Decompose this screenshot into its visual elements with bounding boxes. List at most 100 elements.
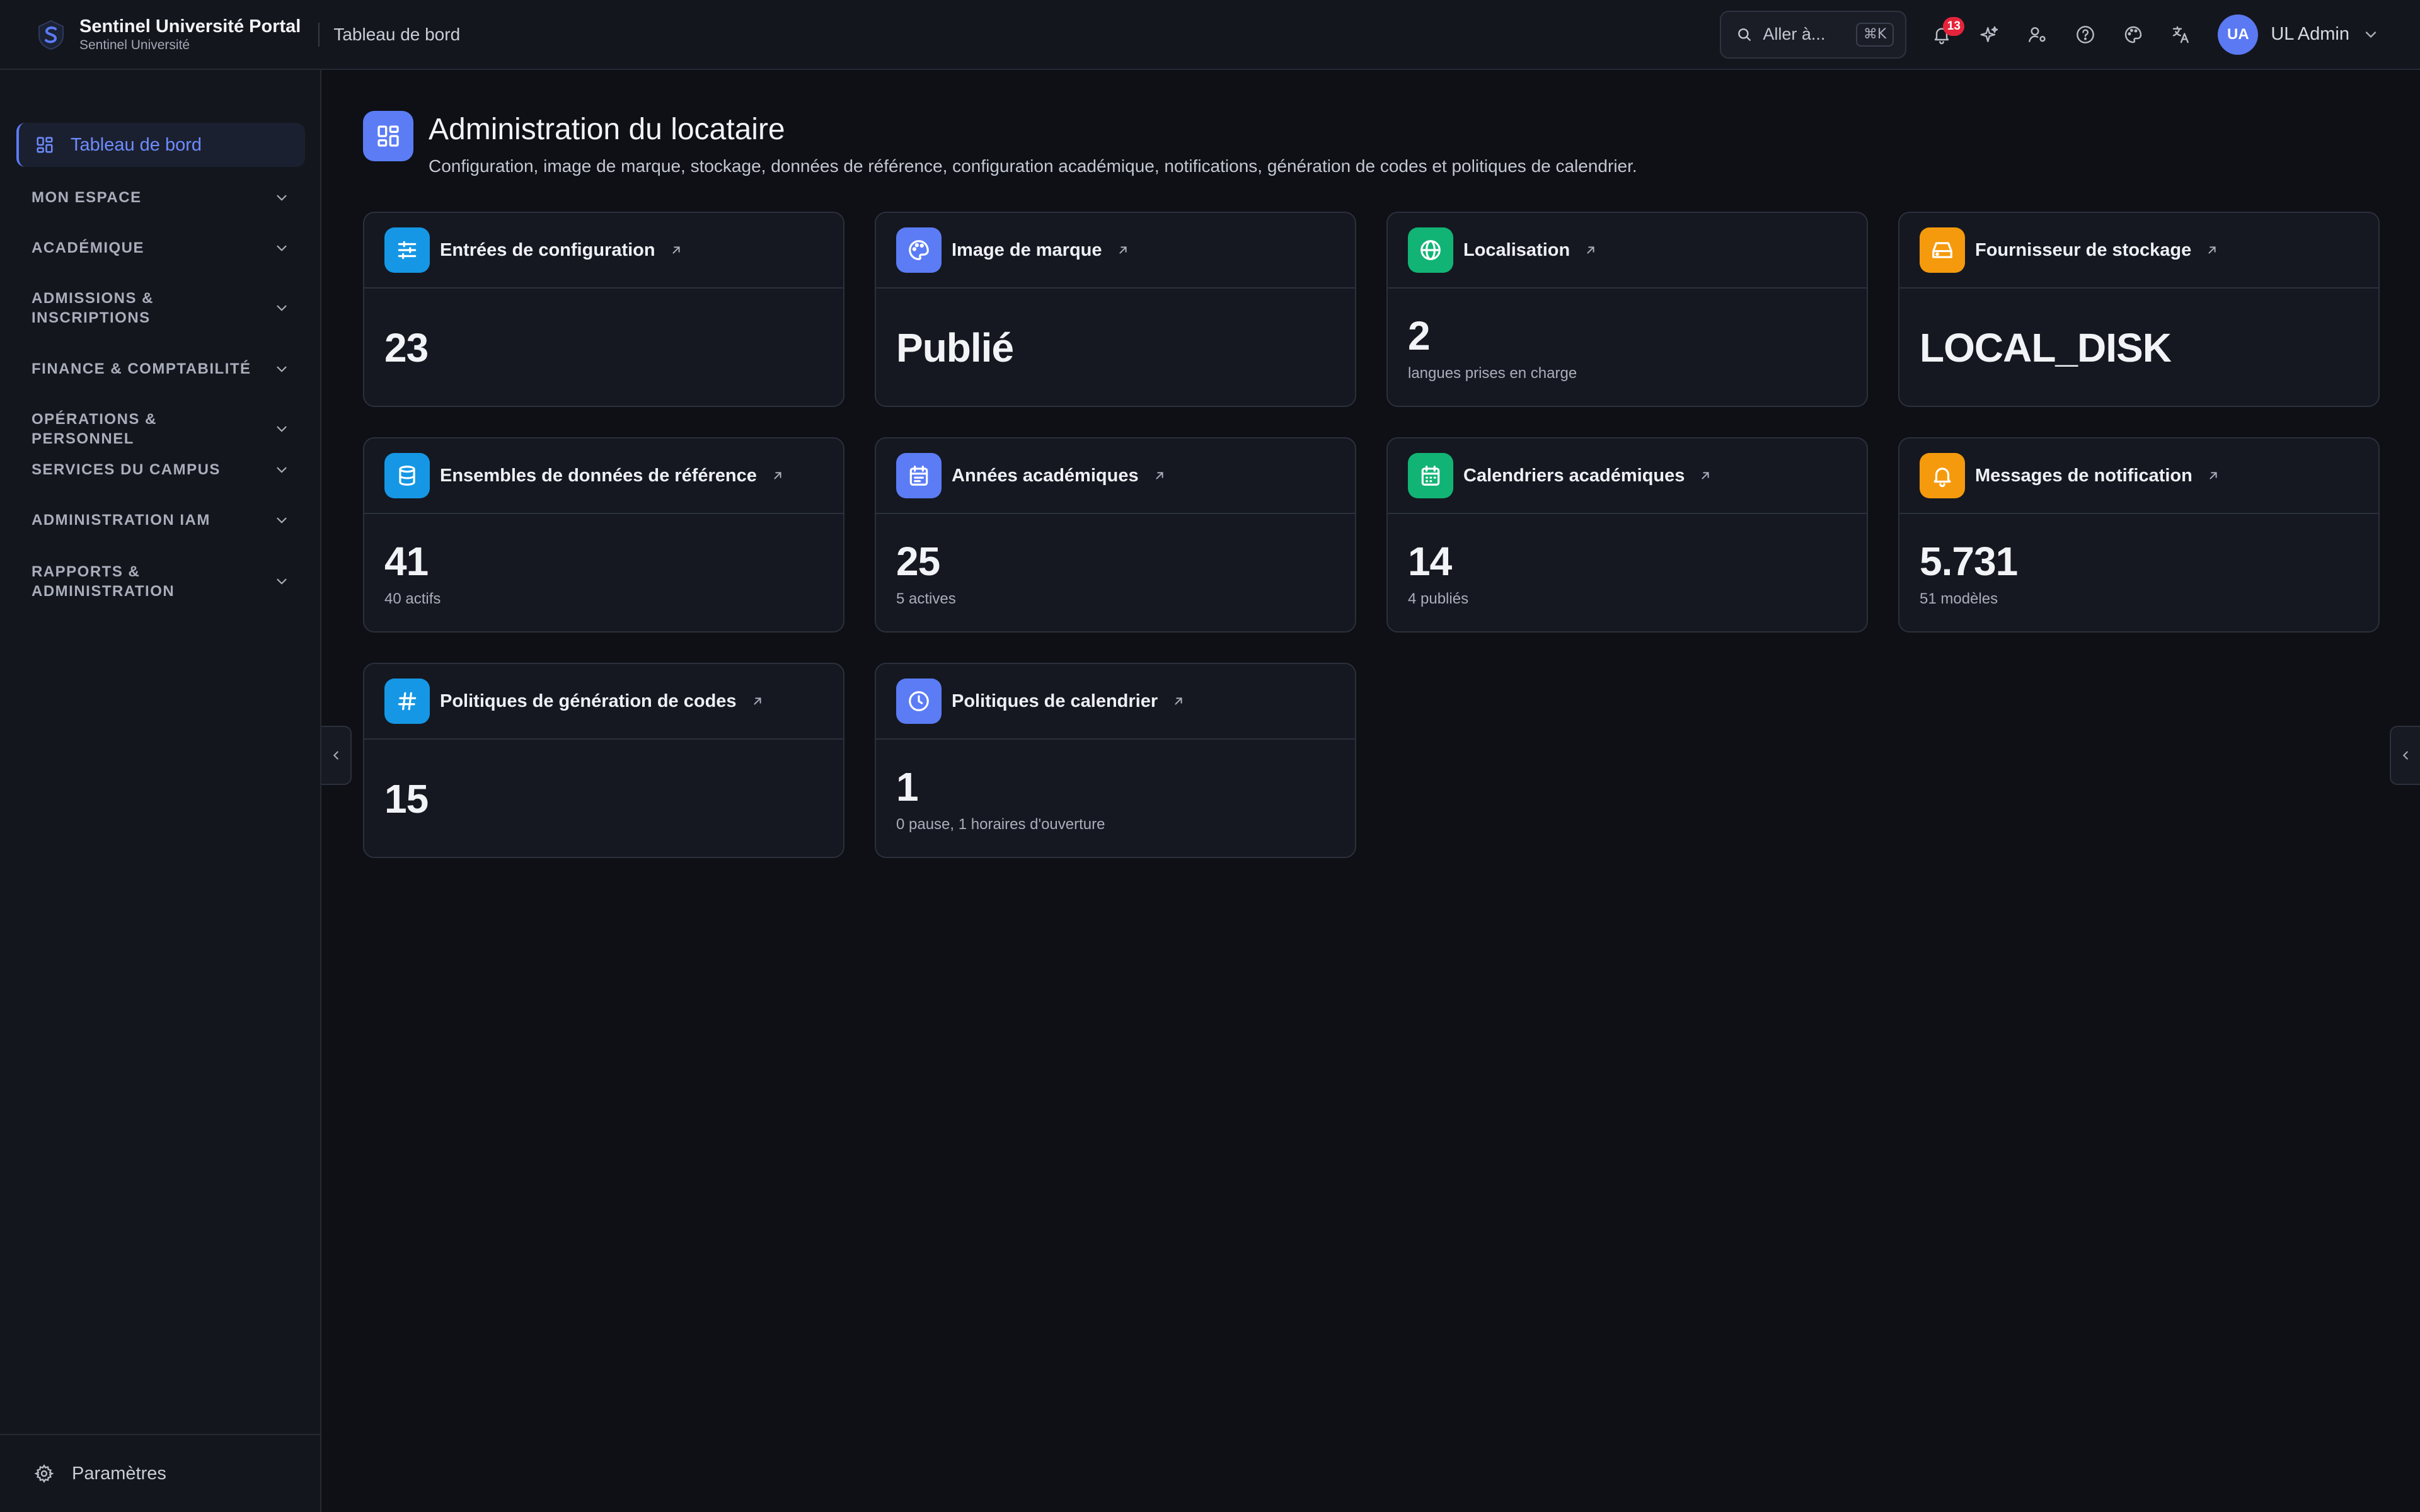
app-title: Sentinel Université Portal	[79, 16, 301, 37]
settings-label: Paramètres	[72, 1463, 166, 1484]
bell-icon	[1920, 453, 1965, 498]
card-note: 0 pause, 1 horaires d'ouverture	[896, 816, 1105, 833]
sidebar-group-academique[interactable]: ACADÉMIQUE	[32, 238, 290, 258]
card-value: 2	[1408, 313, 1431, 358]
chevron-down-icon	[277, 245, 287, 251]
card-title: Fournisseur de stockage	[1975, 239, 2192, 260]
help-button[interactable]	[2061, 11, 2109, 59]
sidebar-item-label: Tableau de bord	[71, 134, 202, 155]
card-branding[interactable]: Image de marque Publié	[875, 212, 1356, 407]
sidebar-group-services-campus[interactable]: SERVICES DU CAMPUS	[32, 460, 290, 479]
clock-icon	[896, 679, 942, 724]
card-notification-messages[interactable]: Messages de notification 5.731 51 modèle…	[1898, 437, 2380, 633]
external-link-icon	[2210, 472, 2217, 479]
avatar: UA	[2218, 14, 2259, 55]
sidebar-group-label: SERVICES DU CAMPUS	[32, 461, 221, 478]
external-link-icon	[774, 472, 781, 479]
external-link-icon	[1175, 697, 1182, 705]
card-title: Calendriers académiques	[1463, 465, 1685, 486]
card-value: LOCAL_DISK	[1920, 325, 2172, 370]
card-academic-years[interactable]: Années académiques 25 5 actives	[875, 437, 1356, 633]
breadcrumb[interactable]: Tableau de bord	[333, 25, 460, 45]
chevron-left-icon	[2402, 751, 2408, 760]
card-note: 51 modèles	[1920, 590, 1998, 607]
shortcut-hint: ⌘K	[1855, 22, 1894, 47]
app-subtitle: Sentinel Université	[79, 37, 190, 52]
chevron-down-icon	[277, 366, 287, 372]
card-note: 40 actifs	[384, 590, 441, 607]
card-note: langues prises en charge	[1408, 365, 1577, 382]
palette-icon	[2125, 26, 2142, 43]
hard-drive-icon	[1920, 227, 1965, 273]
card-title: Messages de notification	[1975, 465, 2192, 486]
sidebar-group-rapports[interactable]: RAPPORTS & ADMINISTRATION	[32, 562, 290, 601]
search-icon	[1738, 28, 1751, 41]
card-title: Localisation	[1463, 239, 1570, 260]
sidebar-group-label: ADMISSIONS & INSCRIPTIONS	[32, 290, 154, 326]
sidebar-item-dashboard[interactable]: Tableau de bord	[16, 123, 305, 167]
chevron-down-icon	[277, 517, 287, 524]
sliders-icon	[384, 227, 430, 273]
card-academic-calendars[interactable]: Calendriers académiques 14 4 publiés	[1386, 437, 1868, 633]
globe-icon	[1408, 227, 1453, 273]
card-value: 15	[384, 776, 429, 822]
card-note: 4 publiés	[1408, 590, 1469, 607]
sidebar-group-mon-espace[interactable]: MON ESPACE	[32, 188, 290, 207]
card-value: 25	[896, 539, 940, 584]
database-icon	[384, 453, 430, 498]
user-menu[interactable]: UA UL Admin	[2218, 14, 2380, 55]
sparkles-icon	[1980, 26, 1998, 42]
language-button[interactable]	[2157, 11, 2205, 59]
brand[interactable]: Sentinel Université Portal Sentinel Univ…	[35, 16, 301, 54]
search-button[interactable]: Aller à... ⌘K	[1720, 10, 1907, 59]
card-reference-datasets[interactable]: Ensembles de données de référence 41 40 …	[363, 437, 844, 633]
sidebar-group-label: FINANCE & COMPTABILITÉ	[32, 360, 251, 377]
chevron-down-icon	[2365, 31, 2377, 38]
translate-icon	[2173, 26, 2189, 43]
user-settings-button[interactable]	[2014, 11, 2061, 59]
page-header: Administration du locataire Configuratio…	[363, 111, 1637, 176]
sidebar-settings[interactable]: Paramètres	[0, 1434, 320, 1512]
palette-icon	[896, 227, 942, 273]
card-localization[interactable]: Localisation 2 langues prises en charge	[1386, 212, 1868, 407]
card-title: Politiques de génération de codes	[440, 690, 737, 711]
card-storage-provider[interactable]: Fournisseur de stockage LOCAL_DISK	[1898, 212, 2380, 407]
card-configuration-entries[interactable]: Entrées de configuration 23	[363, 212, 844, 407]
card-value: 23	[384, 325, 429, 370]
external-link-icon	[672, 246, 680, 254]
card-value: Publié	[896, 325, 1014, 370]
card-title: Image de marque	[952, 239, 1102, 260]
sidebar: Tableau de bord MON ESPACE ACADÉMIQUE AD…	[0, 70, 321, 1512]
sidebar-group-finance[interactable]: FINANCE & COMPTABILITÉ	[32, 359, 290, 379]
card-value: 14	[1408, 539, 1452, 584]
ai-assistant-button[interactable]	[1966, 11, 2014, 59]
sidebar-group-iam[interactable]: ADMINISTRATION IAM	[32, 510, 290, 530]
collapse-sidebar-button[interactable]	[321, 726, 352, 785]
divider	[318, 22, 320, 47]
help-icon	[2077, 25, 2095, 43]
card-value: 5.731	[1920, 539, 2018, 584]
chevron-down-icon	[277, 305, 287, 311]
hash-icon	[384, 679, 430, 724]
sidebar-group-admissions[interactable]: ADMISSIONS & INSCRIPTIONS	[32, 289, 290, 328]
chevron-left-icon	[333, 751, 338, 760]
sidebar-group-label: OPÉRATIONS & PERSONNEL	[32, 411, 157, 447]
search-label: Aller à...	[1763, 25, 1826, 43]
chevron-down-icon	[277, 578, 287, 585]
card-value: 41	[384, 539, 429, 584]
sidebar-group-operations[interactable]: OPÉRATIONS & PERSONNEL	[32, 410, 290, 449]
card-note: 5 actives	[896, 590, 956, 607]
theme-button[interactable]	[2109, 11, 2157, 59]
card-calendar-policies[interactable]: Politiques de calendrier 1 0 pause, 1 ho…	[875, 663, 1356, 858]
calendar-icon	[1408, 453, 1453, 498]
notification-badge: 13	[1943, 16, 1965, 36]
card-value: 1	[896, 764, 919, 810]
external-link-icon	[1155, 472, 1163, 479]
toggle-right-panel-button[interactable]	[2390, 726, 2420, 785]
chevron-down-icon	[277, 467, 287, 473]
notifications-button[interactable]: 13	[1918, 11, 1966, 59]
top-bar: Sentinel Université Portal Sentinel Univ…	[0, 0, 2420, 70]
chevron-down-icon	[277, 426, 287, 432]
user-settings-icon	[2029, 26, 2046, 42]
card-code-generation-policies[interactable]: Politiques de génération de codes 15	[363, 663, 844, 858]
